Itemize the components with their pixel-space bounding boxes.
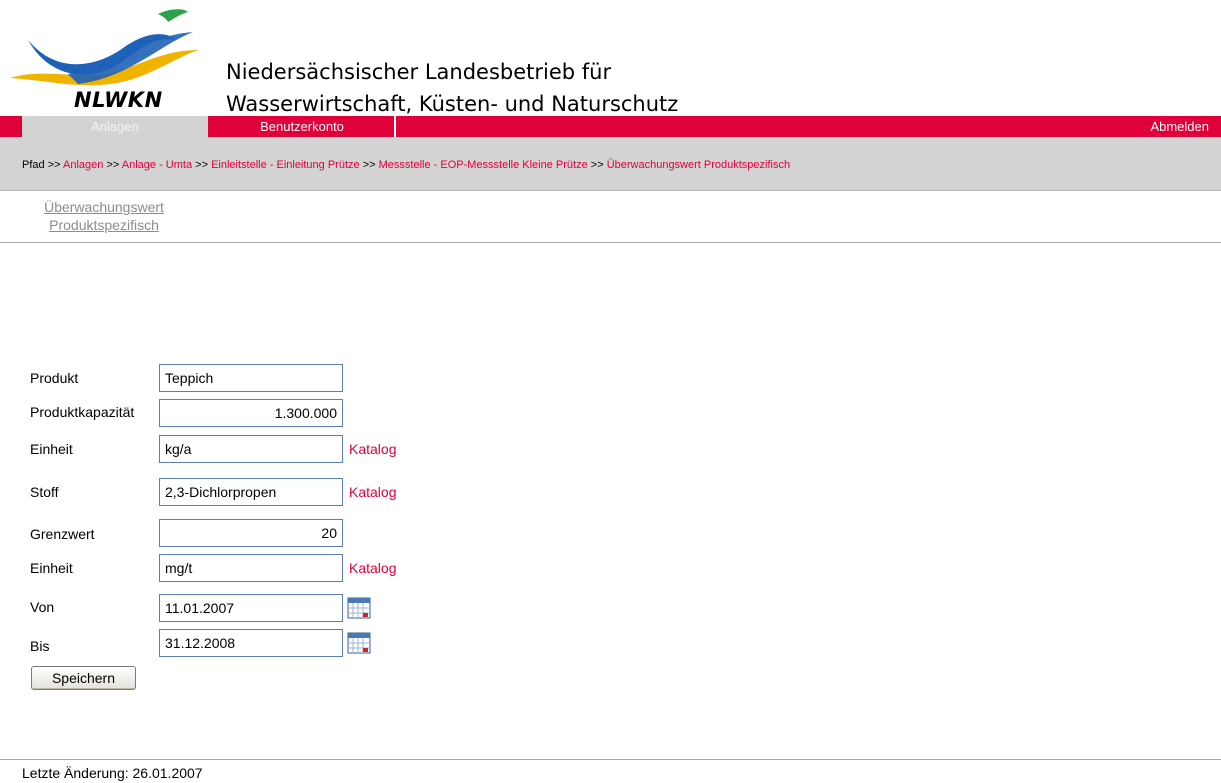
- breadcrumb-separator: >>: [362, 159, 376, 171]
- breadcrumb-link-anlagen[interactable]: Anlagen: [63, 159, 103, 171]
- tab-benutzerkonto[interactable]: Benutzerkonto: [210, 116, 396, 137]
- breadcrumb-separator: >>: [47, 159, 61, 171]
- calendar-icon[interactable]: [347, 597, 371, 619]
- subnav-line-2: Produktspezifisch: [49, 217, 159, 233]
- breadcrumb-link-anlage[interactable]: Anlage - Umta: [122, 159, 192, 171]
- page-header: NLWKN Niedersächsischer Landesbetrieb fü…: [0, 0, 1221, 116]
- katalog-link-stoff[interactable]: Katalog: [349, 484, 396, 500]
- footer-divider: [0, 759, 1221, 760]
- logo-text: NLWKN: [74, 88, 163, 112]
- breadcrumb-link-messstelle[interactable]: Messstelle - EOP-Messstelle Kleine Prütz…: [379, 159, 588, 171]
- katalog-link-einheit-grenzwert[interactable]: Katalog: [349, 560, 396, 576]
- tab-anlagen[interactable]: Anlagen: [22, 116, 208, 137]
- produktkapazitaet-field[interactable]: 1.300.000: [159, 399, 343, 427]
- divider: [0, 242, 1221, 243]
- subnav-line-1: Überwachungswert: [44, 199, 164, 215]
- breadcrumb: Pfad >> Anlagen >> Anlage - Umta >> Einl…: [22, 159, 790, 171]
- von-date-field[interactable]: 11.01.2007: [159, 594, 343, 622]
- katalog-link-einheit[interactable]: Katalog: [349, 441, 396, 457]
- breadcrumb-link-einleitstelle[interactable]: Einleitstelle - Einleitung Prütze: [211, 159, 360, 171]
- breadcrumb-separator: >>: [590, 159, 604, 171]
- produktkapazitaet-label: Produktkapazität: [30, 404, 135, 420]
- breadcrumb-bar: Pfad >> Anlagen >> Anlage - Umta >> Einl…: [0, 137, 1221, 191]
- grenzwert-label: Grenzwert: [30, 526, 95, 542]
- grenzwert-field[interactable]: 20: [159, 519, 343, 547]
- organization-title: Niedersächsischer Landesbetrieb für Wass…: [226, 56, 678, 120]
- einheit-grenzwert-field[interactable]: mg/t: [159, 554, 343, 582]
- von-label: Von: [30, 599, 55, 615]
- main-menu-bar: Anlagen Benutzerkonto Abmelden: [0, 116, 1221, 137]
- einheit-grenzwert-label: Einheit: [30, 560, 73, 576]
- breadcrumb-separator: >>: [106, 159, 120, 171]
- breadcrumb-link-ueberwachungswert[interactable]: Überwachungswert Produktspezifisch: [607, 159, 790, 171]
- stoff-label: Stoff: [30, 484, 59, 500]
- stoff-field[interactable]: 2,3-Dichlorpropen: [159, 478, 343, 506]
- einheit-label: Einheit: [30, 441, 73, 457]
- calendar-icon[interactable]: [347, 632, 371, 654]
- produkt-field[interactable]: Teppich: [159, 364, 343, 392]
- bis-label: Bis: [30, 638, 50, 654]
- save-button[interactable]: Speichern: [31, 666, 136, 690]
- breadcrumb-prefix: Pfad: [22, 159, 45, 171]
- title-line-1: Niedersächsischer Landesbetrieb für: [226, 60, 612, 84]
- last-change-text: Letzte Änderung: 26.01.2007: [22, 765, 203, 781]
- bis-date-field[interactable]: 31.12.2008: [159, 629, 343, 657]
- einheit-field[interactable]: kg/a: [159, 435, 343, 463]
- produkt-label: Produkt: [30, 370, 79, 386]
- logout-link[interactable]: Abmelden: [1150, 116, 1209, 137]
- subnav-ueberwachungswert[interactable]: Überwachungswert Produktspezifisch: [28, 198, 180, 234]
- breadcrumb-separator: >>: [195, 159, 208, 171]
